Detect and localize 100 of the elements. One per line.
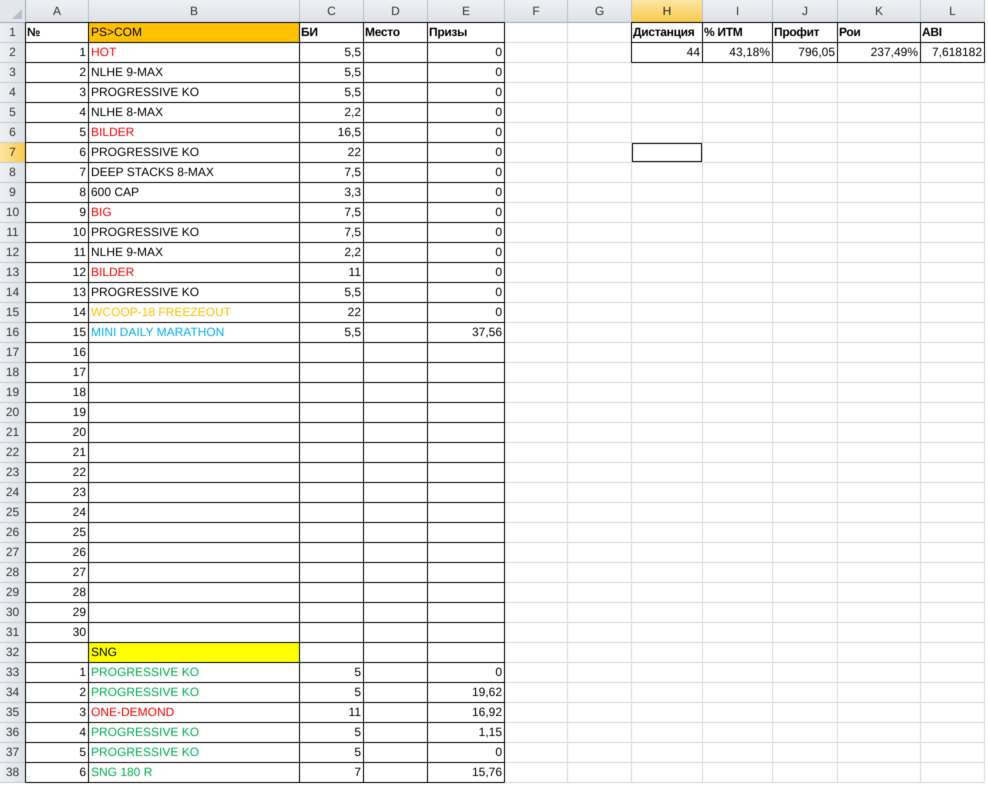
row-header[interactable]: 7 (0, 143, 26, 163)
table-cell-text: 7,5 (343, 224, 362, 241)
row-header[interactable]: 8 (0, 163, 26, 183)
column-header[interactable]: K (838, 0, 921, 23)
column-header[interactable]: G (568, 0, 632, 23)
table-cell-text: 11 (72, 244, 87, 261)
table-cell-text: 23 (72, 484, 87, 501)
row-header[interactable]: 17 (0, 343, 26, 363)
table-cell-text: 44 (686, 44, 701, 61)
row-header[interactable]: 35 (0, 703, 26, 723)
row-header[interactable]: 4 (0, 83, 26, 103)
row-header[interactable]: 38 (0, 763, 26, 783)
table-cell-text: 22 (72, 464, 87, 481)
row-header[interactable]: 3 (0, 63, 26, 83)
row-header[interactable]: 37 (0, 743, 26, 763)
table-cell-text: PROGRESSIVE KO (90, 144, 200, 161)
table-cell-text: 5 (353, 724, 362, 741)
table-cell-text: PROGRESSIVE KO (90, 664, 200, 681)
row-header[interactable]: 23 (0, 463, 26, 483)
table-cell-text: 20 (72, 424, 87, 441)
table-cell-text: 6 (78, 144, 87, 161)
table-cell-text: 5,5 (343, 44, 362, 61)
row-header[interactable]: 20 (0, 403, 26, 423)
column-title: Дистанция (632, 24, 696, 41)
table-cell-text: 1 (78, 664, 87, 681)
table-cell-text: 0 (494, 84, 503, 101)
row-header[interactable]: 34 (0, 683, 26, 703)
table-cell-text: 21 (72, 444, 87, 461)
row-header[interactable]: 10 (0, 203, 26, 223)
row-header[interactable]: 32 (0, 643, 26, 663)
row-header[interactable]: 19 (0, 383, 26, 403)
table-cell-text: BIG (90, 204, 113, 221)
table-cell-text: 11 (348, 264, 362, 281)
table-cell-text: 19 (72, 404, 87, 421)
table-cell-text: 237,49% (870, 44, 919, 61)
table-cell-text: 22 (346, 304, 362, 321)
row-header[interactable]: 30 (0, 603, 26, 623)
table-cell-text: 24 (72, 504, 87, 521)
row-header[interactable]: 26 (0, 523, 26, 543)
row-header[interactable]: 11 (0, 223, 26, 243)
column-header[interactable]: J (773, 0, 838, 23)
row-header[interactable]: 25 (0, 503, 26, 523)
table-cell-text: 28 (72, 584, 87, 601)
column-header[interactable]: I (703, 0, 773, 23)
table-cell-text: 0 (494, 284, 503, 301)
row-header[interactable]: 27 (0, 543, 26, 563)
column-title: № (26, 24, 42, 41)
row-header[interactable]: 1 (0, 23, 26, 43)
column-header[interactable]: A (26, 0, 89, 23)
table-cell-text: 6 (78, 764, 87, 781)
row-header[interactable]: 18 (0, 363, 26, 383)
table-cell-text: 18 (72, 384, 87, 401)
table-cell-text: NLHE 8-MAX (90, 104, 164, 121)
column-header[interactable]: E (428, 0, 505, 23)
table-cell-text: 0 (494, 164, 503, 181)
table-cell-text: 11 (348, 704, 362, 721)
row-header[interactable]: 9 (0, 183, 26, 203)
active-cell[interactable] (631, 142, 703, 163)
table-cell-text: NLHE 9-MAX (90, 64, 164, 81)
row-header[interactable]: 22 (0, 443, 26, 463)
row-header[interactable]: 6 (0, 123, 26, 143)
row-header[interactable]: 28 (0, 563, 26, 583)
column-header[interactable]: H (632, 0, 703, 23)
column-header[interactable]: C (300, 0, 364, 23)
row-header[interactable]: 36 (0, 723, 26, 743)
row-header[interactable]: 29 (0, 583, 26, 603)
table-cell-text: 0 (494, 44, 503, 61)
row-header[interactable]: 15 (0, 303, 26, 323)
row-header[interactable]: 24 (0, 483, 26, 503)
table-cell-text: PROGRESSIVE KO (90, 284, 200, 301)
column-header[interactable]: F (505, 0, 568, 23)
table-cell-text: 5,5 (343, 84, 362, 101)
row-header[interactable]: 14 (0, 283, 26, 303)
table-cell-text: 16,92 (470, 704, 503, 721)
table-cell-text: BILDER (90, 264, 136, 281)
table-cell-text: 27 (72, 564, 87, 581)
row-header[interactable]: 5 (0, 103, 26, 123)
table-cell-text: 600 CAP (90, 184, 140, 201)
column-title: БИ (300, 24, 319, 41)
table-cell-text: PROGRESSIVE KO (90, 84, 200, 101)
column-title: Призы (428, 24, 468, 41)
row-header[interactable]: 31 (0, 623, 26, 643)
row-header[interactable]: 21 (0, 423, 26, 443)
table-cell-text: 37,56 (470, 324, 503, 341)
row-header[interactable]: 13 (0, 263, 26, 283)
column-title: Профит (773, 24, 820, 41)
row-header[interactable]: 33 (0, 663, 26, 683)
table-cell-text: HOT (90, 44, 118, 61)
table-cell-text: 1 (78, 44, 87, 61)
row-header[interactable]: 12 (0, 243, 26, 263)
table-cell: SNG (89, 643, 299, 662)
table-cell-text: 5 (78, 124, 87, 141)
table-cell-text: 7,618182 (930, 44, 983, 61)
row-header[interactable]: 16 (0, 323, 26, 343)
column-header[interactable]: L (921, 0, 985, 23)
column-header[interactable]: B (89, 0, 300, 23)
table-cell-text: 15 (72, 324, 87, 341)
column-header[interactable]: D (364, 0, 428, 23)
table-cell-text: 12 (72, 264, 87, 281)
row-header[interactable]: 2 (0, 43, 26, 63)
